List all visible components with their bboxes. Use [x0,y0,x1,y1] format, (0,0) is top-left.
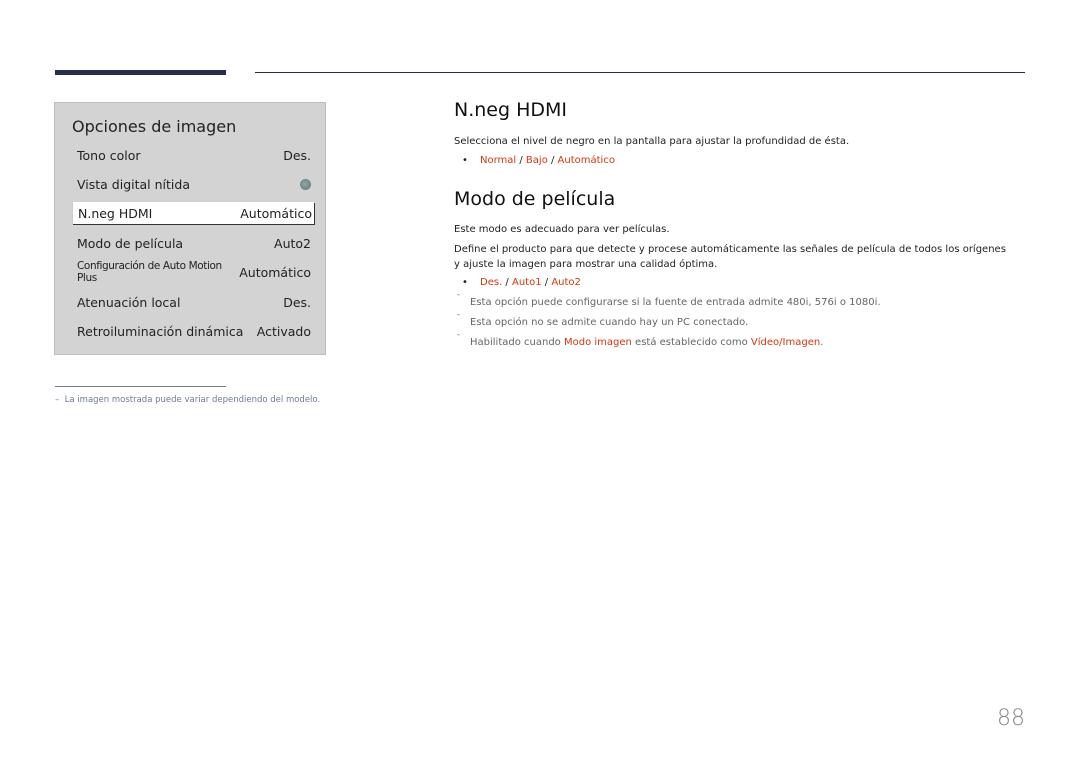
option: Auto2 [551,277,581,288]
menu-item-auto-motion-plus[interactable]: Configuración de Auto Motion Plus Automá… [72,260,313,284]
note-text: Esta opción puede configurarse si la fue… [470,297,881,308]
highlight: Vídeo/Imagen [750,337,821,348]
menu-item-value: Activado [256,323,311,339]
footnote-dash: – [55,395,60,405]
option-list: • Des. / Auto1 / Auto2 [462,277,581,288]
option: Bajo [525,155,548,166]
note-text: está establecido como [631,337,751,348]
note: ¯ Esta opción no se admite cuando hay un … [456,314,749,328]
menu-item-value: Automático [240,205,312,221]
highlight: Modo imagen [563,337,632,348]
menu-item-tono-color[interactable]: Tono color Des. [72,144,313,166]
note: ¯ Habilitado cuando Modo imagen está esta… [456,334,824,348]
header-rule-thin [255,72,1025,73]
menu-item-value: Des. [283,147,311,163]
note-dash-icon: ¯ [456,314,461,325]
menu-title: Opciones de imagen [72,117,237,136]
bullet-icon: • [462,155,468,166]
option-list: • Normal / Bajo / Automático [462,155,615,166]
section-description: Selecciona el nivel de negro en la panta… [454,136,850,147]
menu-item-label: Configuración de Auto Motion Plus [77,260,222,284]
option: Auto1 [511,277,542,288]
footnote-rule [55,386,226,387]
bullet-icon: • [462,277,468,288]
menu-item-value: Automático [239,264,311,280]
section-title-nneg-hdmi: N.neg HDMI [454,99,567,121]
menu-item-nneg-hdmi[interactable]: N.neg HDMI Automático [72,202,314,224]
menu-item-label: Vista digital nítida [77,176,190,192]
note-text: . [820,337,824,348]
note: ¯ Esta opción puede configurarse si la fu… [456,294,881,308]
header-rule-thick [55,70,226,75]
footnote: – La imagen mostrada puede variar depend… [55,395,320,405]
section-title-modo-pelicula: Modo de película [454,188,616,210]
separator: / [502,277,512,288]
menu-item-value: Des. [283,294,311,310]
toggle-icon[interactable] [300,178,311,190]
menu-item-modo-pelicula[interactable]: Modo de película Auto2 [72,232,313,254]
menu-item-value: Auto2 [274,235,311,251]
separator: / [516,155,526,166]
menu-item-atenuacion-local[interactable]: Atenuación local Des. [72,291,313,313]
option: Des. [480,277,503,288]
picture-options-menu: Opciones de imagen Tono color Des. Vista… [54,102,326,355]
separator: / [541,277,552,288]
section-description: Este modo es adecuado para ver películas… [454,224,670,235]
note-dash-icon: ¯ [456,294,461,305]
footnote-text: La imagen mostrada puede variar dependie… [64,395,321,405]
menu-item-vista-digital[interactable]: Vista digital nítida [72,173,313,195]
note-dash-icon: ¯ [456,334,461,345]
separator: / [547,155,558,166]
note-text: Esta opción no se admite cuando hay un P… [470,317,749,328]
menu-item-label: Modo de película [77,235,184,251]
menu-item-retroiluminacion[interactable]: Retroiluminación dinámica Activado [72,320,313,342]
option: Normal [480,155,517,166]
page-number: 88 [997,706,1025,731]
menu-item-label: N.neg HDMI [78,205,153,221]
option: Automático [557,155,615,166]
menu-item-label: Tono color [77,147,141,163]
note-text: Habilitado cuando [470,337,564,348]
menu-item-label: Retroiluminación dinámica [77,323,244,339]
section-description: Define el producto para que detecte y pr… [454,244,1006,270]
menu-item-label: Atenuación local [77,294,181,310]
